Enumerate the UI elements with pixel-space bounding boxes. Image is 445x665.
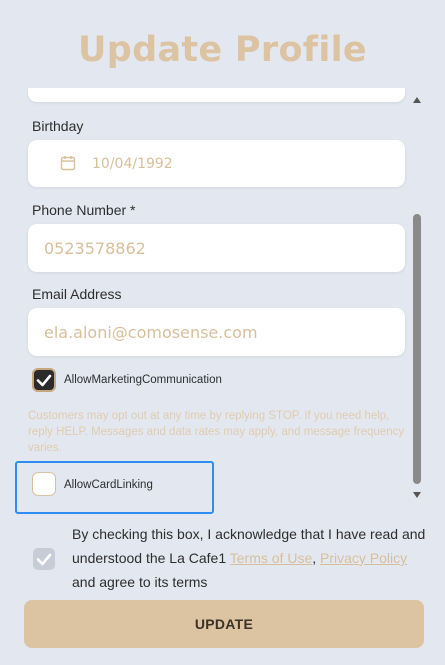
page-title: Update Profile <box>78 30 367 70</box>
check-icon <box>36 553 52 566</box>
calendar-icon <box>60 156 76 171</box>
scroll-down-icon[interactable] <box>412 490 422 500</box>
birthday-field[interactable]: 10/04/1992 <box>28 140 405 187</box>
update-button[interactable]: UPDATE <box>24 600 424 648</box>
focus-highlight <box>15 461 214 514</box>
email-label: Email Address <box>32 286 122 302</box>
terms-of-use-link[interactable]: Terms of Use <box>230 550 312 566</box>
scrollbar[interactable] <box>410 88 424 504</box>
previous-field[interactable] <box>28 88 405 102</box>
privacy-policy-link[interactable]: Privacy Policy <box>320 550 407 566</box>
acknowledge-text: By checking this box, I acknowledge that… <box>72 522 432 594</box>
phone-label: Phone Number * <box>32 202 136 218</box>
marketing-disclaimer: Customers may opt out at any time by rep… <box>28 410 405 454</box>
acknowledge-checkbox[interactable] <box>33 548 55 570</box>
phone-field[interactable]: 0523578862 <box>28 224 405 272</box>
email-field[interactable]: ela.aloni@comosense.com <box>28 308 405 356</box>
form-scroll-area[interactable]: Birthday 10/04/1992 Phone Number * 05235… <box>22 88 426 504</box>
marketing-checkbox[interactable] <box>32 368 56 392</box>
acknowledge-separator: , <box>312 550 321 566</box>
email-value: ela.aloni@comosense.com <box>44 322 258 342</box>
birthday-value: 10/04/1992 <box>92 155 173 172</box>
scroll-up-icon[interactable] <box>412 95 422 105</box>
phone-value: 0523578862 <box>44 238 146 258</box>
scroll-thumb[interactable] <box>413 214 421 484</box>
birthday-label: Birthday <box>32 118 84 134</box>
check-icon <box>36 374 52 387</box>
acknowledge-suffix: and agree to its terms <box>72 574 208 590</box>
marketing-label: AllowMarketingCommunication <box>64 374 222 386</box>
